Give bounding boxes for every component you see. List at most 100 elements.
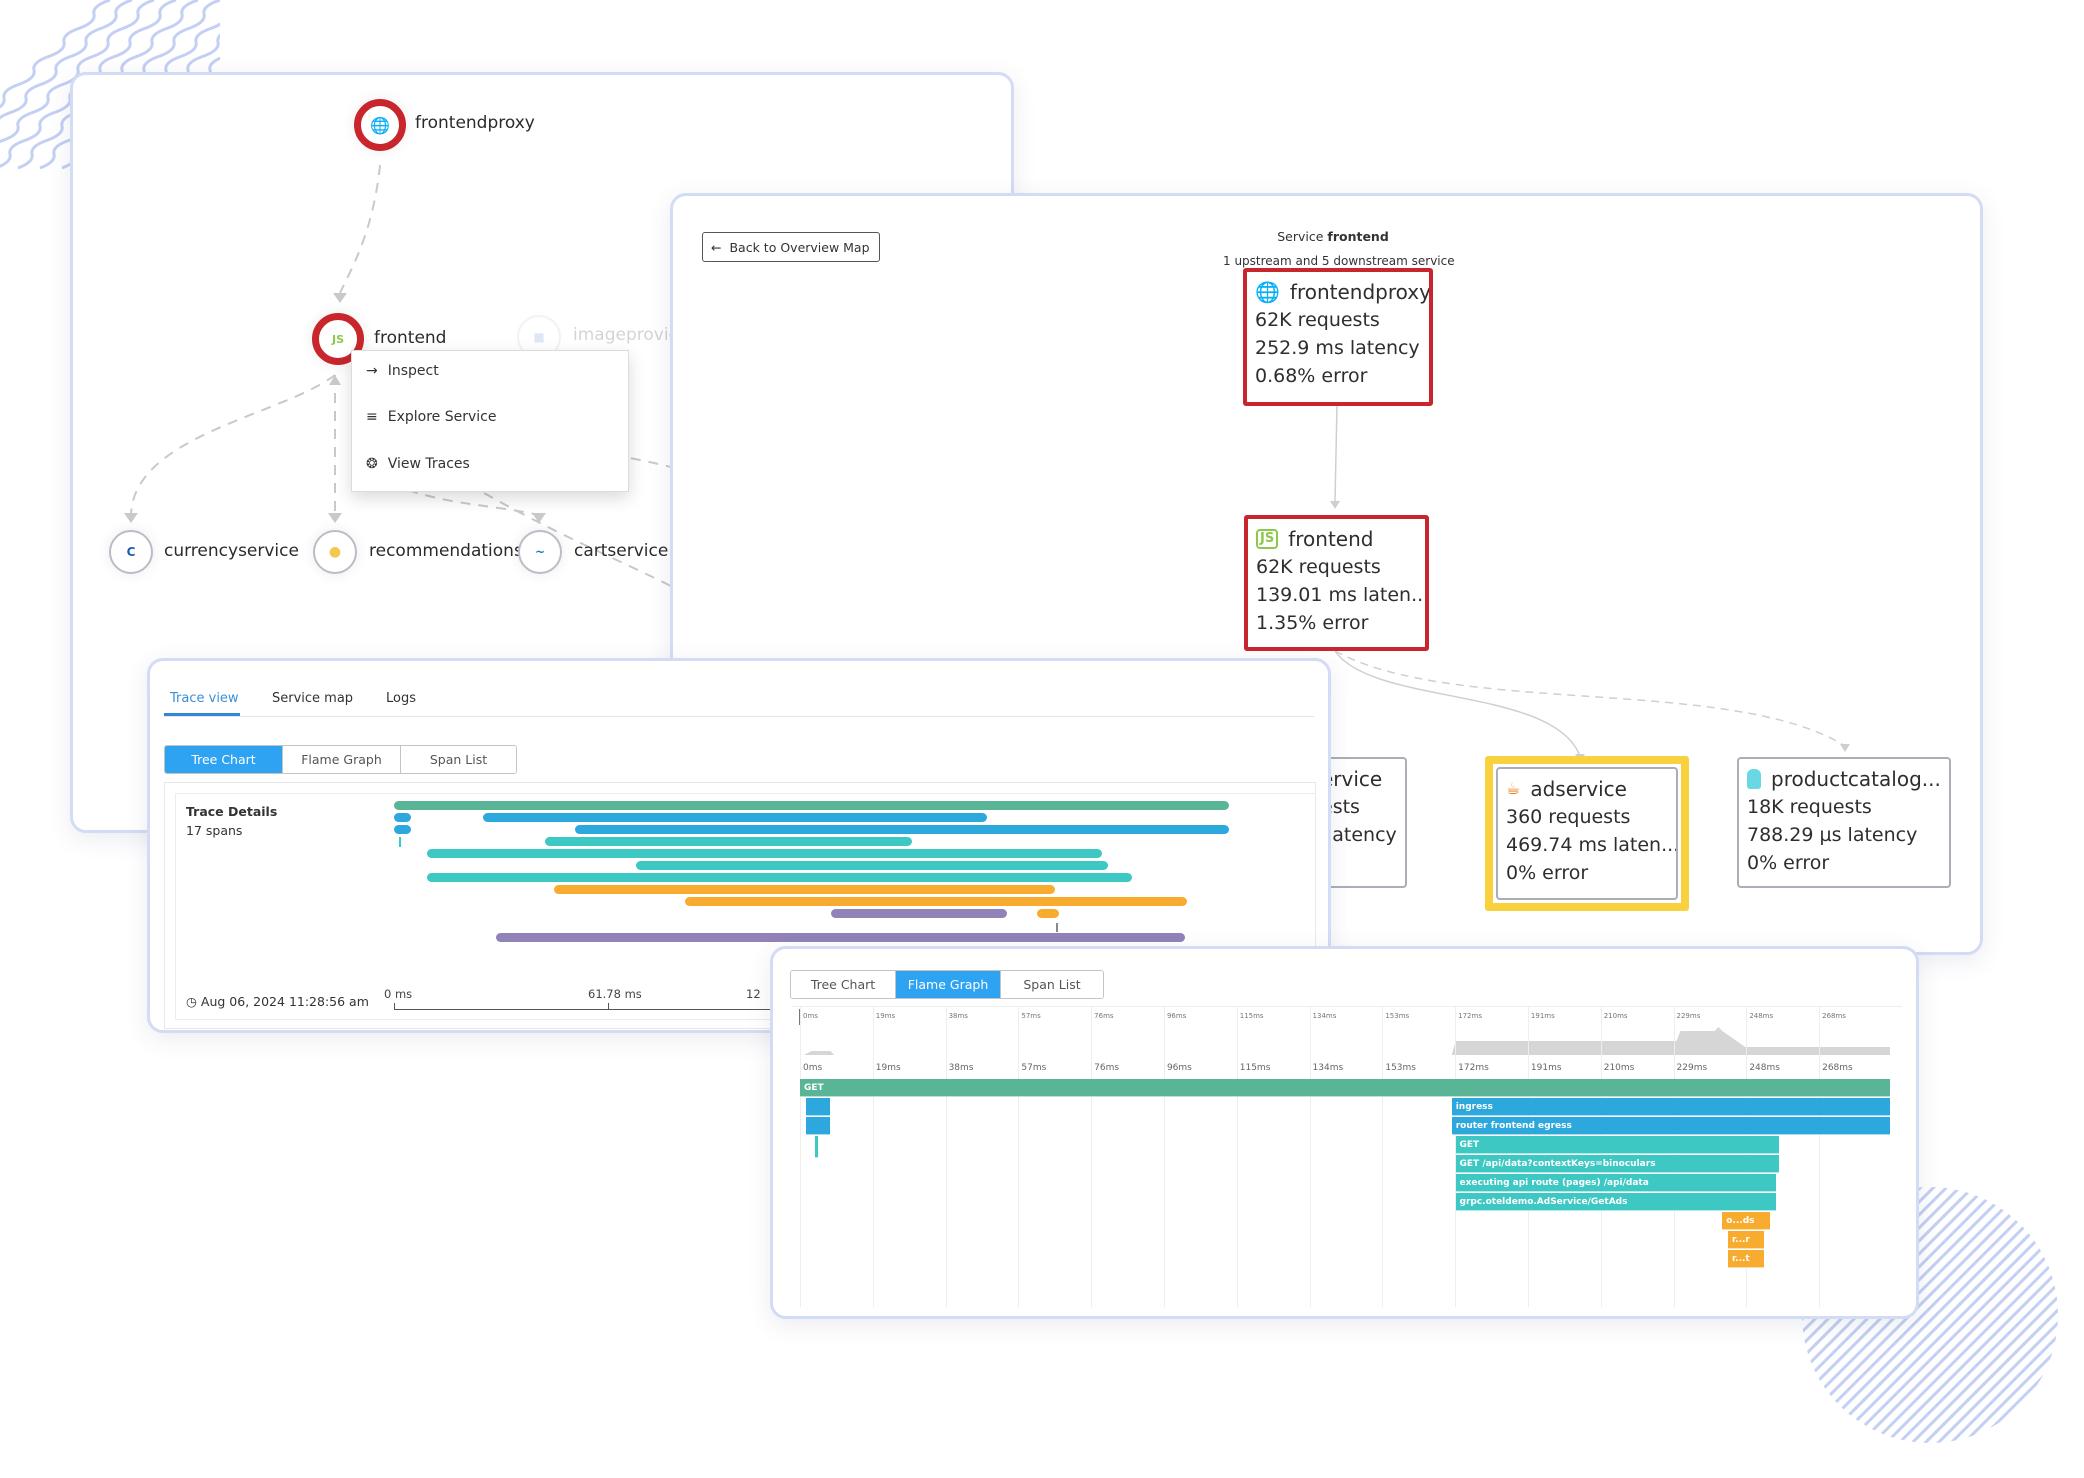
tab-logs[interactable]: Logs [386, 691, 416, 706]
menu-item-view-traces[interactable]: ❂ View Traces [366, 456, 470, 472]
map-node-currencyservice[interactable]: C [109, 530, 153, 574]
view-mode-toggle: Tree Chart Flame Graph Span List [790, 970, 1104, 999]
map-node-frontendproxy[interactable]: 🌐 [354, 99, 406, 151]
span-bar[interactable] [545, 837, 912, 846]
flame-graph-button[interactable]: Flame Graph [283, 746, 401, 773]
span-bar[interactable] [483, 813, 987, 822]
span-list-button[interactable]: Span List [401, 746, 516, 773]
minimap-tick: 96ms [1166, 1012, 1187, 1020]
axis-tick: 12 [746, 987, 761, 1001]
minimap-tick: 76ms [1094, 1012, 1114, 1020]
span-bar[interactable] [575, 825, 1229, 834]
error-rate: 0% error [1506, 862, 1589, 884]
edge-proxy-frontend [339, 164, 381, 294]
list-icon: ≡ [366, 409, 378, 425]
grid-line [872, 1007, 874, 1307]
axis-tick: 210ms [1603, 1063, 1635, 1073]
hatch-line [2021, 1187, 2058, 1443]
span-bar[interactable] [427, 849, 1103, 858]
axis-tick: 229ms [1676, 1063, 1708, 1073]
menu-item-inspect[interactable]: → Inspect [366, 363, 439, 379]
span-bar[interactable] [495, 933, 1185, 942]
trace-timestamp: ◷ Aug 06, 2024 11:28:56 am [186, 994, 369, 1009]
axis-tick: 172ms [1458, 1063, 1489, 1073]
tab-service-map[interactable]: Service map [272, 691, 353, 706]
axis-tick: 153ms [1385, 1063, 1416, 1073]
trace-details-title: Trace Details [186, 804, 278, 819]
grid-line [800, 1007, 801, 1307]
adservice-highlight: ☕ adservice 360 requests 469.74 ms laten.… [1485, 756, 1689, 911]
span-bar[interactable] [427, 873, 1133, 882]
menu-item-explore-service[interactable]: ≡ Explore Service [366, 409, 496, 425]
grid-line [1382, 1007, 1384, 1307]
minimap-tick: 229ms [1676, 1012, 1701, 1020]
span-bar[interactable] [394, 801, 1229, 810]
tab-trace-view[interactable]: Trace view [170, 691, 239, 706]
grid-line [1309, 1007, 1311, 1307]
service-card-frontendproxy[interactable]: 🌐 frontendproxy 62K requests 252.9 ms lat… [1243, 268, 1433, 406]
span-bar[interactable] [636, 861, 1108, 870]
axis-tick: 57ms [1021, 1063, 1047, 1073]
java-icon: ☕ [1506, 779, 1521, 798]
cpp-icon: C [126, 545, 136, 559]
minimap-tick: 134ms [1312, 1012, 1337, 1020]
flame-block[interactable] [805, 1117, 831, 1135]
flame-block[interactable] [815, 1136, 819, 1158]
minimap-tick: 57ms [1021, 1012, 1041, 1020]
clock-icon: ◷ [186, 994, 197, 1009]
flame-block[interactable] [805, 1098, 831, 1116]
axis-tick: 96ms [1166, 1063, 1192, 1073]
flame-graph-button[interactable]: Flame Graph [896, 971, 1001, 998]
axis-tick: 0ms [803, 1063, 823, 1073]
flame-block[interactable]: GET /api/data?contextKeys=binoculars [1455, 1155, 1780, 1173]
context-menu: → Inspect ≡ Explore Service ❂ View Trace… [351, 350, 629, 492]
span-bar[interactable] [1036, 909, 1060, 918]
span-bar[interactable] [685, 897, 1188, 906]
grid-line [945, 1007, 947, 1307]
latency: 788.29 µs latency [1747, 824, 1918, 846]
minimap-tick: 38ms [948, 1012, 968, 1020]
edge-proxy-frontend [1334, 403, 1338, 502]
map-node-recommendations[interactable]: ● [313, 530, 357, 574]
flame-block[interactable]: o...ds [1722, 1212, 1770, 1230]
map-node-label: frontend [374, 328, 447, 348]
span-list-button[interactable]: Span List [1001, 971, 1103, 998]
error-rate: 0.68% error [1255, 365, 1368, 387]
service-card-productcatalog[interactable]: productcatalog... 18K requests 788.29 µs… [1737, 757, 1951, 888]
span-bar[interactable] [399, 837, 401, 847]
span-bar[interactable] [830, 909, 1007, 918]
flame-block[interactable]: router frontend egress [1451, 1117, 1890, 1135]
flame-block[interactable]: r...r [1728, 1231, 1765, 1249]
span-bar[interactable] [394, 813, 411, 822]
minimap-tick: 268ms [1822, 1012, 1846, 1020]
span-bar[interactable] [554, 885, 1056, 894]
map-node-cartservice[interactable]: ~ [518, 530, 562, 574]
globe-icon: 🌐 [1255, 280, 1280, 304]
axis-tick: 38ms [948, 1063, 974, 1073]
flame-block[interactable]: grpc.oteldemo.AdService/GetAds [1455, 1193, 1776, 1211]
span-count: 17 spans [186, 823, 243, 838]
service-card-frontend[interactable]: JS frontend 62K requests 139.01 ms laten.… [1244, 515, 1429, 651]
tree-chart-button[interactable]: Tree Chart [165, 746, 283, 773]
latency: 252.9 ms latency [1255, 337, 1420, 359]
span-bar[interactable] [1056, 923, 1059, 932]
flame-block[interactable]: executing api route (pages) /api/data [1455, 1174, 1776, 1192]
flame-block[interactable]: r...t [1728, 1250, 1765, 1268]
requests: 360 requests [1506, 806, 1631, 828]
tree-chart-button[interactable]: Tree Chart [791, 971, 896, 998]
latency: 139.01 ms laten... [1256, 584, 1429, 606]
flame-block[interactable]: GET [800, 1079, 1890, 1097]
service-card-adservice[interactable]: ☕ adservice 360 requests 469.74 ms laten.… [1496, 767, 1678, 900]
axis-tick: 115ms [1239, 1063, 1271, 1073]
map-node-label: frontendproxy [415, 113, 535, 133]
edge-frontend-more [452, 474, 689, 596]
minimap-tick: 172ms [1458, 1012, 1482, 1020]
grid-line [1236, 1007, 1238, 1307]
flame-block[interactable]: GET [1455, 1136, 1780, 1154]
axis-tick: 76ms [1094, 1063, 1120, 1073]
span-bar[interactable] [394, 825, 411, 834]
latency: 469.74 ms laten... [1506, 834, 1678, 856]
edge-frontend-adservice [1334, 650, 1581, 757]
flame-block[interactable]: ingress [1451, 1098, 1890, 1116]
traces-icon: ❂ [366, 456, 378, 472]
